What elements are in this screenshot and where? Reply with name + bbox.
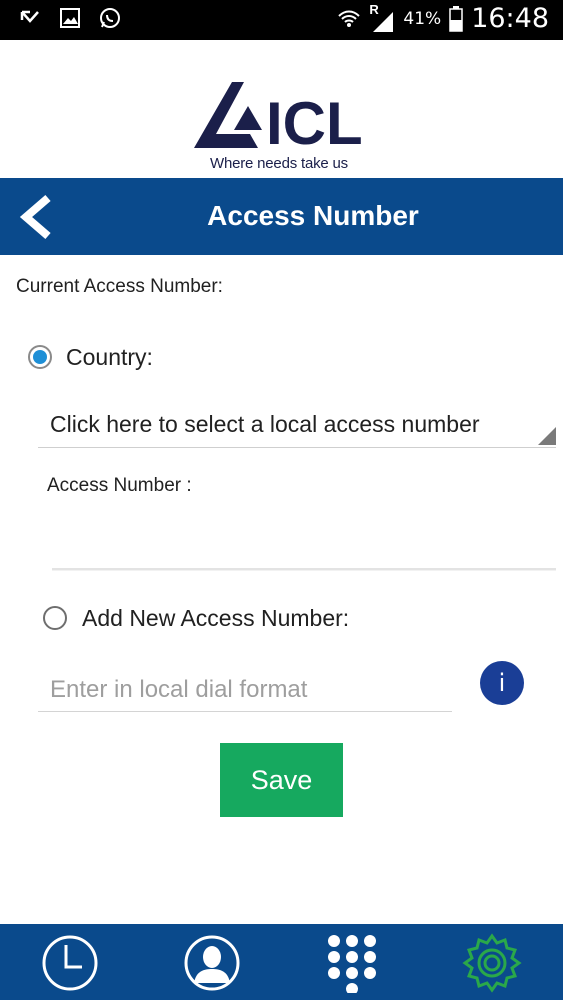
whatsapp-icon: [100, 8, 120, 28]
add-new-radio-label[interactable]: Add New Access Number:: [82, 605, 349, 632]
gallery-icon: [60, 8, 80, 28]
dialpad-icon[interactable]: [322, 933, 382, 993]
clock-icon[interactable]: [40, 933, 100, 993]
title-bar: Access Number: [0, 178, 563, 255]
access-number-value: [52, 512, 556, 570]
logo-area: ICL Where needs take us: [0, 40, 563, 178]
page-title: Access Number: [207, 200, 419, 231]
access-number-dropdown[interactable]: Click here to select a local access numb…: [38, 405, 556, 448]
gear-icon[interactable]: [462, 933, 522, 993]
battery-percent: 41%: [403, 8, 442, 29]
country-radio-label[interactable]: Country:: [66, 344, 153, 371]
status-bar: R 41% 16:48: [0, 0, 563, 40]
info-icon[interactable]: i: [480, 661, 524, 705]
current-access-number-label: Current Access Number:: [16, 276, 223, 297]
dropdown-selected-text: Click here to select a local access numb…: [50, 411, 480, 437]
new-access-number-input[interactable]: [38, 668, 452, 712]
bottom-navigation: [0, 924, 563, 1000]
save-button[interactable]: Save: [220, 743, 343, 817]
wifi-icon: [338, 10, 361, 27]
battery-icon: [449, 5, 463, 32]
logo-text: ICL: [266, 90, 363, 157]
missed-call-icon: [20, 10, 39, 23]
dropdown-arrow-icon: [538, 427, 556, 445]
brand-logo: ICL Where needs take us: [192, 78, 372, 176]
roaming-signal-icon: R: [369, 2, 395, 34]
icl-logo-mark: ICL: [194, 82, 363, 157]
contacts-icon[interactable]: [182, 933, 242, 993]
access-number-label: Access Number :: [47, 475, 192, 496]
brand-tagline: Where needs take us: [210, 155, 348, 172]
add-new-radio[interactable]: [43, 606, 67, 630]
country-radio[interactable]: [28, 345, 52, 369]
clock-time: 16:48: [471, 3, 549, 34]
